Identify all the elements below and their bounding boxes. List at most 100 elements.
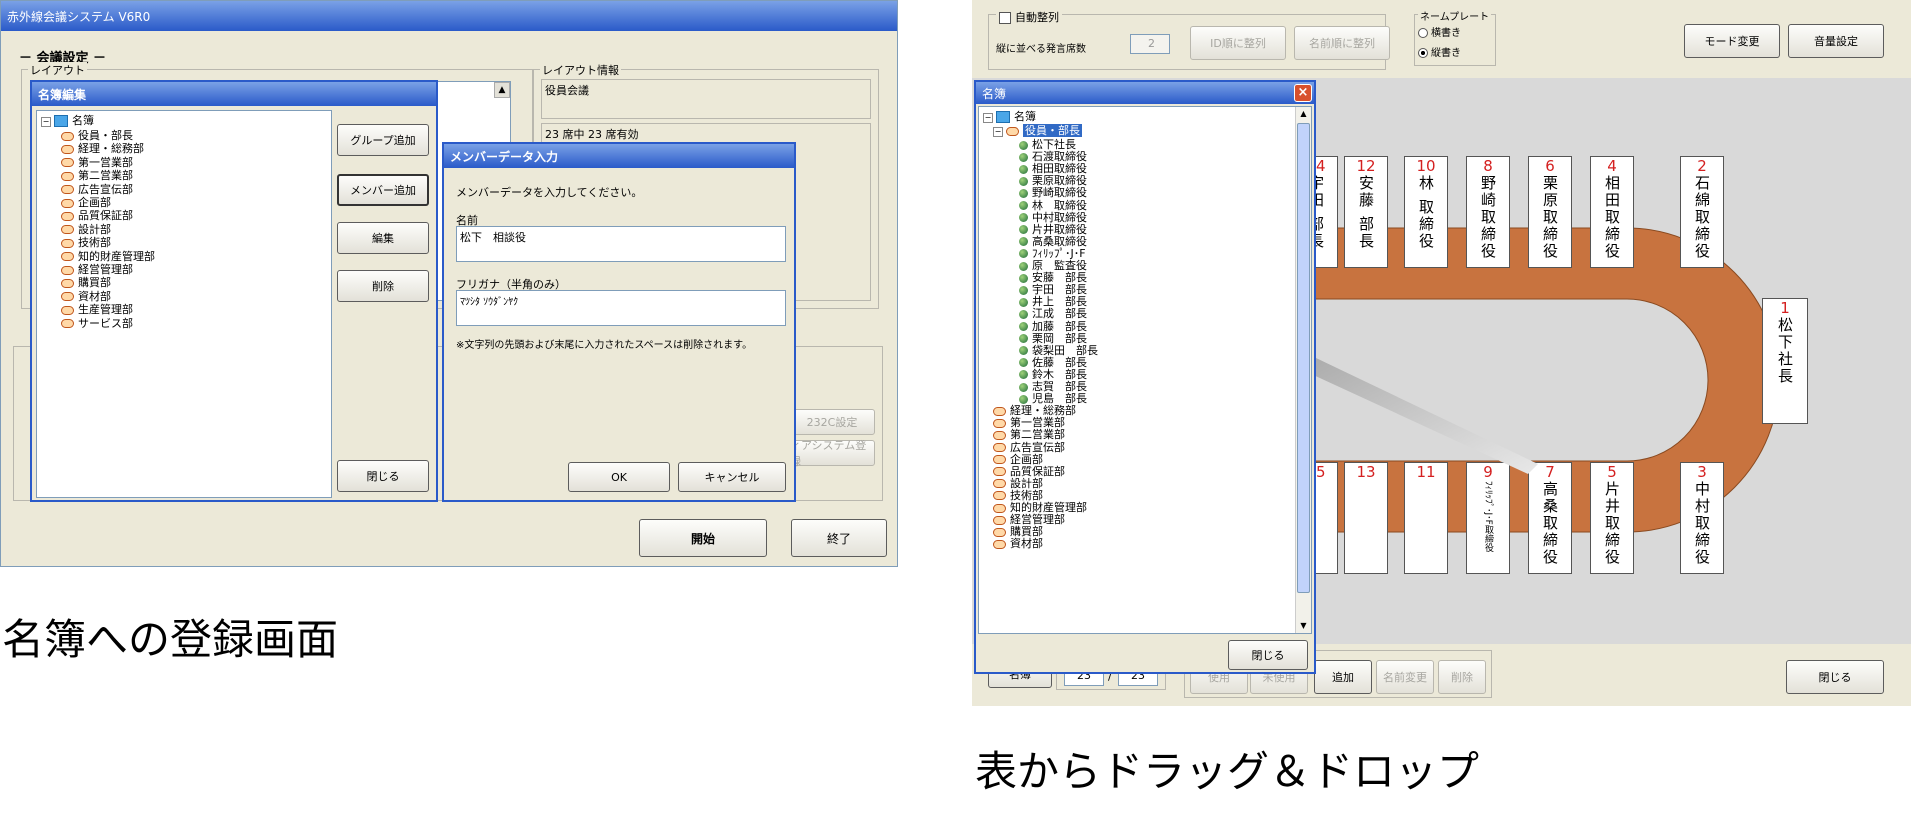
arrange-by-id-button[interactable]: ID順に整列: [1190, 26, 1286, 60]
close-icon[interactable]: ×: [1294, 84, 1312, 102]
collapse-icon[interactable]: −: [993, 127, 1003, 137]
seat[interactable]: 5 片井取締役: [1590, 462, 1634, 574]
rs232c-settings-button[interactable]: 232C設定: [789, 409, 875, 435]
department-item[interactable]: 広告宣伝部: [61, 183, 133, 196]
member-item[interactable]: ﾌｨﾘｯﾌﾟ･J･F: [1019, 247, 1086, 260]
department-item[interactable]: 技術部: [61, 236, 111, 249]
panel-department-item[interactable]: 資材部: [993, 537, 1043, 550]
department-item-label: 設計部: [78, 222, 111, 236]
end-button[interactable]: 終了: [791, 519, 887, 557]
ok-button[interactable]: OK: [568, 462, 670, 492]
department-item[interactable]: 役員・部長: [61, 129, 133, 142]
seat[interactable]: 11: [1404, 462, 1448, 574]
seat[interactable]: 7 高桑取締役: [1528, 462, 1572, 574]
department-item[interactable]: 企画部: [61, 196, 111, 209]
radio-vertical-label: 縦書き: [1431, 48, 1461, 59]
department-item[interactable]: サービス部: [61, 317, 133, 330]
seat[interactable]: 3 中村取締役: [1680, 462, 1724, 574]
add-member-button[interactable]: メンバー追加: [337, 174, 429, 206]
system-register-button[interactable]: ィアシステム登録: [789, 439, 875, 468]
vertical-scrollbar[interactable]: ▲ ▼: [1295, 107, 1311, 633]
name-input[interactable]: 松下 相談役: [456, 226, 786, 262]
radio-horizontal[interactable]: 横書き: [1418, 24, 1461, 39]
seat[interactable]: 12 安藤 部長: [1344, 156, 1388, 268]
member-item[interactable]: 中村取締役: [1019, 211, 1087, 224]
roster-tree[interactable]: − 名簿 役員・部長 経理・総務部 第一営業部 第二営業部 広告宣伝部 企画部 品質保証部 設計…: [36, 110, 332, 498]
radio-on-icon[interactable]: [1418, 48, 1428, 58]
roster-panel-tree[interactable]: − 名簿 − 役員・部長 松下社長 石渡取締役 相田取締役 栗原取締役 野崎取締役林 取締役…: [978, 106, 1312, 634]
panel-department-item[interactable]: 第二営業部: [993, 428, 1065, 441]
member-item[interactable]: 野崎取締役: [1019, 186, 1087, 199]
add-group-button[interactable]: グループ追加: [337, 124, 429, 156]
panel-department-item[interactable]: 品質保証部: [993, 465, 1065, 478]
department-item[interactable]: 品質保証部: [61, 209, 133, 222]
checkbox-icon[interactable]: [999, 12, 1011, 24]
seat[interactable]: 2 石綿取締役: [1680, 156, 1724, 268]
department-item[interactable]: 第一営業部: [61, 156, 133, 169]
seat[interactable]: 9 ﾌｨﾘｯﾌﾟ･J･F取締役: [1466, 462, 1510, 574]
seat[interactable]: 10 林 取締役: [1404, 156, 1448, 268]
per-row-stepper[interactable]: 2: [1130, 34, 1170, 54]
department-item[interactable]: 購買部: [61, 276, 111, 289]
member-item[interactable]: 佐藤 部長: [1019, 356, 1087, 369]
member-item[interactable]: 鈴木 部長: [1019, 368, 1087, 381]
scroll-down-icon[interactable]: ▼: [1296, 619, 1311, 633]
collapse-icon[interactable]: −: [41, 117, 51, 127]
seat[interactable]: 13: [1344, 462, 1388, 574]
scroll-up-arrow[interactable]: ▲: [494, 82, 510, 98]
member-item-label: 高桑取締役: [1032, 234, 1087, 248]
radio-off-icon[interactable]: [1418, 28, 1428, 38]
panel-department-item-label: 技術部: [1010, 488, 1043, 502]
tree-root[interactable]: − 名簿: [41, 114, 94, 127]
panel-tree-root[interactable]: − 名簿: [983, 110, 1036, 123]
start-button[interactable]: 開始: [639, 519, 767, 557]
seat[interactable]: 4 相田取締役: [1590, 156, 1634, 268]
panel-department-item[interactable]: 広告宣伝部: [993, 441, 1065, 454]
delete-button[interactable]: 削除: [337, 270, 429, 302]
member-data-prompt: メンバーデータを入力してください。: [456, 186, 643, 199]
member-item[interactable]: 袋梨田 部長: [1019, 344, 1098, 357]
edit-button[interactable]: 編集: [337, 222, 429, 254]
seat[interactable]: 6 栗原取締役: [1528, 156, 1572, 268]
auto-arrange-checkbox[interactable]: 自動整列: [996, 9, 1062, 25]
panel-department-item[interactable]: 企画部: [993, 453, 1043, 466]
rename-button[interactable]: 名前変更: [1376, 660, 1434, 694]
department-item[interactable]: 資材部: [61, 290, 111, 303]
department-item[interactable]: 経営管理部: [61, 263, 133, 276]
panel-department-item[interactable]: 設計部: [993, 477, 1043, 490]
mode-change-button[interactable]: モード変更: [1684, 24, 1780, 58]
seat-number: 13: [1356, 463, 1376, 481]
seat[interactable]: 8 野崎取締役: [1466, 156, 1510, 268]
close-button[interactable]: 閉じる: [337, 460, 429, 492]
arrange-by-name-button[interactable]: 名前順に整列: [1294, 26, 1390, 60]
radio-vertical[interactable]: 縦書き: [1418, 44, 1461, 59]
add-button[interactable]: 追加: [1314, 660, 1372, 694]
person-icon: [1019, 285, 1028, 295]
department-item[interactable]: 第二営業部: [61, 169, 133, 182]
member-item[interactable]: 林 取締役: [1019, 199, 1087, 212]
member-item[interactable]: 栗岡 部長: [1019, 332, 1087, 345]
roster-editor-titlebar: 名簿編集: [32, 82, 436, 106]
roster-panel-close-button[interactable]: 閉じる: [1228, 640, 1308, 670]
seat-head[interactable]: 1 松下社長: [1762, 298, 1808, 424]
kana-input[interactable]: ﾏﾂｼﾀ ｿｳﾀﾞﾝﾔｸ: [456, 290, 786, 326]
volume-settings-button[interactable]: 音量設定: [1788, 24, 1884, 58]
cancel-button[interactable]: キャンセル: [678, 462, 786, 492]
whitespace-note: ※文字列の先頭および末尾に入力されたスペースは削除されます。: [456, 340, 753, 351]
department-item[interactable]: 生産管理部: [61, 303, 133, 316]
seat-name: 安藤 部長: [1357, 175, 1375, 250]
department-item[interactable]: 経理・総務部: [61, 142, 144, 155]
seat-delete-button[interactable]: 削除: [1438, 660, 1486, 694]
right-close-button[interactable]: 閉じる: [1786, 660, 1884, 694]
scroll-up-icon[interactable]: ▲: [1296, 107, 1311, 121]
collapse-icon[interactable]: −: [983, 113, 993, 123]
member-item[interactable]: 高桑取締役: [1019, 235, 1087, 248]
panel-selected-group[interactable]: − 役員・部長: [993, 124, 1082, 137]
member-item[interactable]: 片井取締役: [1019, 223, 1087, 236]
panel-department-item[interactable]: 技術部: [993, 489, 1043, 502]
department-item[interactable]: 設計部: [61, 223, 111, 236]
member-item[interactable]: 江成 部長: [1019, 307, 1087, 320]
department-item[interactable]: 知的財産管理部: [61, 250, 155, 263]
scroll-thumb[interactable]: [1297, 123, 1310, 593]
member-item[interactable]: 加藤 部長: [1019, 320, 1087, 333]
